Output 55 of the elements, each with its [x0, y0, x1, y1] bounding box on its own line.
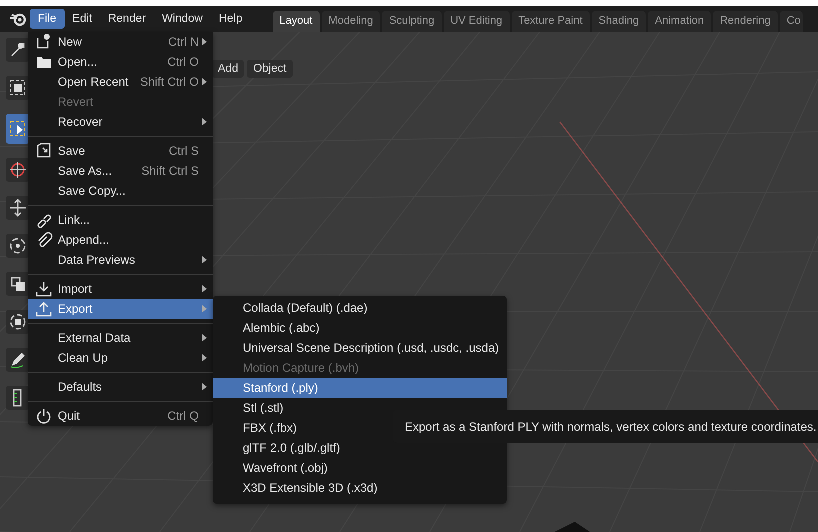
workspace-tab[interactable]: Modeling — [322, 11, 380, 32]
menu-item[interactable]: Edit — [64, 9, 100, 29]
menu-entry[interactable]: Open Recent Shift Ctrl O — [28, 72, 213, 92]
menu-entry[interactable]: X3D Extensible 3D (.x3d) — [213, 478, 507, 498]
menu-item[interactable]: Window — [154, 9, 211, 29]
ruler-tool-icon[interactable] — [6, 386, 30, 410]
rotate-tool-icon[interactable] — [6, 234, 30, 258]
menu-entry[interactable]: Open... Ctrl O — [28, 52, 213, 72]
workspace-tab[interactable]: UV Editing — [444, 11, 510, 32]
import-icon — [35, 280, 53, 298]
menu-item[interactable]: Render — [100, 9, 154, 29]
workspace-tab[interactable]: Sculpting — [382, 11, 442, 32]
menu-entry[interactable]: New Ctrl N — [28, 32, 213, 52]
workspace-tab[interactable]: Rendering — [713, 11, 778, 32]
workspace-tab[interactable]: Layout — [272, 11, 320, 32]
power-icon — [35, 407, 53, 425]
menu-entry[interactable]: Stanford (.ply) — [213, 378, 507, 398]
workspace-tab[interactable]: Co — [780, 11, 803, 32]
menu-entry[interactable]: External Data — [28, 328, 213, 348]
cursor-tool-icon[interactable] — [6, 38, 30, 62]
workspace-tab[interactable]: Animation — [648, 11, 712, 32]
select-box-tool-icon[interactable] — [6, 114, 30, 144]
menu-entry[interactable]: Recover — [28, 112, 213, 132]
pencil-tool-icon[interactable] — [6, 348, 30, 372]
menu-entry[interactable]: Alembic (.abc) — [213, 318, 507, 338]
header-menu-button[interactable]: Object — [247, 60, 293, 78]
select-tool-icon[interactable] — [6, 76, 30, 100]
menu-item[interactable]: Help — [210, 9, 251, 29]
menu-entry[interactable]: Append... — [28, 230, 213, 250]
workspace-tab[interactable]: Shading — [592, 11, 646, 32]
workspace-tab[interactable]: Texture Paint — [512, 11, 590, 32]
crosshair-tool-icon[interactable] — [6, 158, 30, 182]
scale-tool-icon[interactable] — [6, 272, 30, 296]
menu-entry[interactable]: Collada (Default) (.dae) — [213, 298, 507, 318]
new-file-icon — [35, 33, 53, 51]
menu-entry[interactable]: Link... — [28, 210, 213, 230]
menu-item[interactable]: File — [30, 9, 65, 29]
menu-entry[interactable]: Import — [28, 279, 213, 299]
menu-entry[interactable]: Defaults — [28, 377, 213, 397]
menu-entry[interactable]: Save As... Shift Ctrl S — [28, 161, 213, 181]
menu-entry[interactable]: Wavefront (.obj) — [213, 458, 507, 478]
save-icon — [35, 142, 53, 160]
transform-tool-icon[interactable] — [6, 310, 30, 334]
menu-entry[interactable]: Save Copy... — [28, 181, 213, 201]
menu-entry[interactable]: Stl (.stl) — [213, 398, 507, 418]
menu-entry[interactable]: Save Ctrl S — [28, 141, 213, 161]
menu-entry[interactable]: Data Previews — [28, 250, 213, 270]
menu-entry[interactable]: Quit Ctrl Q — [28, 406, 213, 426]
menu-entry[interactable]: glTF 2.0 (.glb/.gltf) — [213, 438, 507, 458]
export-icon — [35, 300, 53, 318]
menu-entry[interactable]: Universal Scene Description (.usd, .usdc, .usda) — [213, 338, 507, 358]
menu-entry[interactable]: Clean Up — [28, 348, 213, 368]
move-tool-icon[interactable] — [6, 196, 30, 220]
menu-entry[interactable]: Export — [28, 299, 213, 319]
header-menu-button[interactable]: Add — [212, 60, 244, 78]
